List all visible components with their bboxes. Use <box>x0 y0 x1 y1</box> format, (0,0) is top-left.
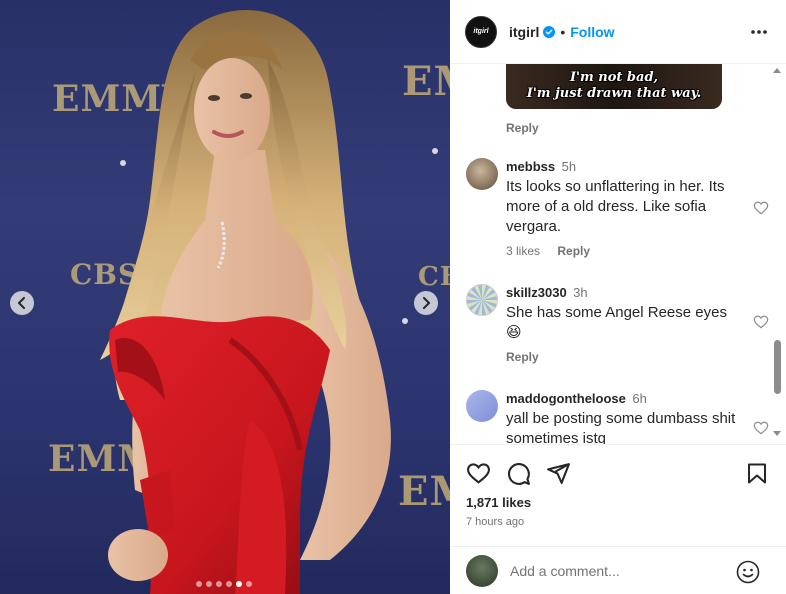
comment-text: Its looks so unflattering in her. Its mo… <box>506 178 725 235</box>
previous-image-button[interactable] <box>10 291 34 315</box>
comment-input[interactable] <box>510 562 720 579</box>
comments-list[interactable]: I'm not bad, I'm just drawn that way. Re… <box>450 64 786 444</box>
comment-likes[interactable]: 3 likes <box>506 244 540 258</box>
scroll-up-arrow[interactable] <box>773 68 781 73</box>
post-sidebar: itgirl itgirl • Follow I'm not bad, I'm … <box>450 0 786 594</box>
post-header: itgirl itgirl • Follow <box>450 0 786 64</box>
comments-scrollbar[interactable] <box>770 64 784 444</box>
comment-gif-image: I'm not bad, I'm just drawn that way. <box>506 64 722 109</box>
commenter-username[interactable]: skillz3030 <box>506 285 567 300</box>
carousel-dot <box>226 581 232 587</box>
likes-count[interactable]: 1,871 likes <box>466 495 531 510</box>
post-timestamp[interactable]: 7 hours ago <box>466 516 524 528</box>
carousel-dot <box>196 581 202 587</box>
commenter-avatar[interactable] <box>466 390 498 422</box>
commenter-username[interactable]: mebbss <box>506 159 555 174</box>
bookmark-icon[interactable] <box>746 461 768 486</box>
follow-button[interactable]: Follow <box>570 24 614 40</box>
reply-button[interactable]: Reply <box>506 350 539 364</box>
reply-button[interactable]: Reply <box>557 244 590 258</box>
author-avatar[interactable]: itgirl <box>465 15 497 48</box>
carousel-dot <box>246 581 252 587</box>
chevron-right-icon <box>423 297 430 309</box>
carousel-dot <box>206 581 212 587</box>
comment-time[interactable]: 3h <box>573 285 587 300</box>
comment-text: She has some Angel Reese eyes 😆 <box>506 304 727 341</box>
more-options-icon[interactable] <box>750 22 768 42</box>
carousel-dot <box>216 581 222 587</box>
emoji-icon[interactable] <box>736 560 760 584</box>
reply-button[interactable]: Reply <box>506 121 539 135</box>
gif-caption-line-2: I'm just drawn that way. <box>526 86 702 101</box>
carousel-dot <box>236 581 242 587</box>
post-media[interactable]: EMMYS EMMYS EMMYS EMMYS CBS CBS <box>0 0 450 594</box>
heart-icon[interactable] <box>753 314 769 330</box>
author-username[interactable]: itgirl <box>509 24 539 40</box>
commenter-avatar[interactable] <box>466 284 498 316</box>
heart-icon[interactable] <box>753 420 769 436</box>
scroll-down-arrow[interactable] <box>773 431 781 436</box>
verified-badge-icon <box>543 25 556 38</box>
gif-caption-line-1: I'm not bad, <box>569 70 659 85</box>
heart-icon[interactable] <box>753 200 769 216</box>
carousel-indicator <box>196 581 252 587</box>
heart-icon[interactable] <box>466 461 491 486</box>
add-comment-bar <box>450 546 786 594</box>
next-image-button[interactable] <box>414 291 438 315</box>
current-user-avatar <box>466 554 498 587</box>
photo-subject <box>100 10 391 594</box>
chevron-left-icon <box>18 297 25 309</box>
comment-time[interactable]: 5h <box>562 159 576 174</box>
commenter-avatar[interactable] <box>466 158 498 190</box>
comment-time[interactable]: 6h <box>632 391 646 406</box>
header-separator: • <box>560 23 566 40</box>
share-icon[interactable] <box>546 461 571 486</box>
comment-text: yall be posting some dumbass shit someti… <box>506 410 736 444</box>
comment-icon[interactable] <box>506 461 531 486</box>
post-actions: 1,871 likes 7 hours ago <box>450 444 786 539</box>
commenter-username[interactable]: maddogontheloose <box>506 391 626 406</box>
scroll-thumb[interactable] <box>774 340 781 394</box>
